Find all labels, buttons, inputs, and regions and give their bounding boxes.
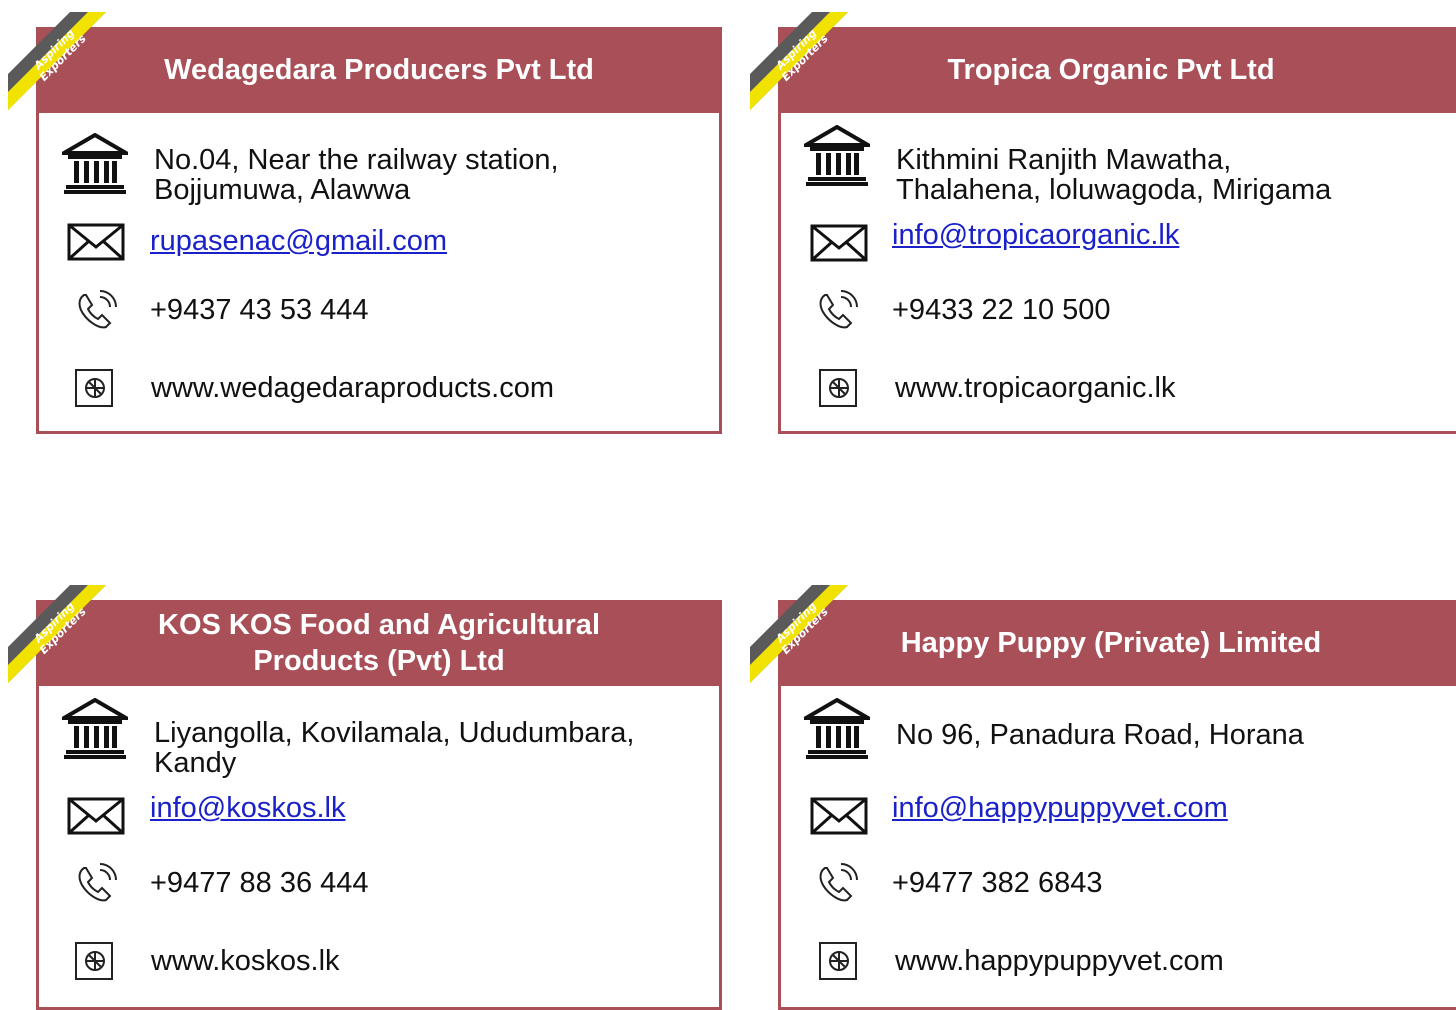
company-name-header: Tropica Organic Pvt Ltd [778,27,1456,113]
email-link[interactable]: info@happypuppyvet.com [892,794,1228,823]
company-name-header: Wedagedara Producers Pvt Ltd [36,27,722,113]
company-name: Happy Puppy (Private) Limited [900,627,1322,659]
envelope-icon [809,223,869,263]
address-text: No.04, Near the railway station, Bojjumu… [154,145,559,205]
website-text: www.koskos.lk [151,945,340,977]
phone-icon [72,862,120,906]
address-text: Kithmini Ranjith Mawatha, Thalahena, lol… [896,145,1331,205]
address-text: No 96, Panadura Road, Horana [896,719,1304,751]
website-text: www.wedagedaraproducts.com [151,372,554,404]
bank-building-icon [803,125,871,187]
email-link[interactable]: info@tropicaorganic.lk [892,221,1179,250]
phone-number: +9437 43 53 444 [150,294,369,326]
phone-icon [72,289,120,333]
globe-web-icon [817,940,859,982]
address-text: Liyangolla, Kovilamala, Ududumbara, Kand… [154,718,634,778]
envelope-icon [66,796,126,836]
phone-number: +9477 382 6843 [892,867,1103,899]
globe-web-icon [73,367,115,409]
company-card-wedagedara: Wedagedara Producers Pvt Ltd No.04, Near… [36,27,722,434]
company-card-koskos: KOS KOS Food and Agricultural Products (… [36,600,722,1010]
website-text: www.tropicaorganic.lk [895,372,1176,404]
company-name-header: KOS KOS Food and Agricultural Products (… [36,600,722,686]
bank-building-icon [803,698,871,760]
company-name-line: KOS KOS Food and Agricultural [158,609,600,641]
company-card-happy-puppy: Happy Puppy (Private) Limited No 96, Pan… [778,600,1456,1010]
globe-web-icon [73,940,115,982]
address-line: Kandy [154,747,237,779]
company-name: Tropica Organic Pvt Ltd [947,54,1275,86]
company-name-header: Happy Puppy (Private) Limited [778,600,1456,686]
phone-number: +9433 22 10 500 [892,294,1111,326]
aspiring-exporters-badge: Aspiring Exporters [750,12,860,122]
address-line: Kithmini Ranjith Mawatha, [896,144,1232,176]
bank-building-icon [61,133,129,195]
website-text: www.happypuppyvet.com [895,945,1224,977]
aspiring-exporters-badge: Aspiring Exporters [8,12,118,122]
address-line: No.04, Near the railway station, [154,144,559,176]
aspiring-exporters-badge: Aspiring Exporters [8,585,118,695]
company-card-tropica: Tropica Organic Pvt Ltd Kithmini Ranjith… [778,27,1456,434]
globe-web-icon [817,367,859,409]
email-link[interactable]: info@koskos.lk [150,794,345,823]
company-name: Wedagedara Producers Pvt Ltd [164,54,594,86]
phone-number: +9477 88 36 444 [150,867,369,899]
envelope-icon [66,222,126,262]
address-line: Thalahena, loluwagoda, Mirigama [896,174,1332,206]
address-line: Liyangolla, Kovilamala, Ududumbara, [154,717,635,749]
envelope-icon [809,796,869,836]
address-line: Bojjumuwa, Alawwa [154,174,411,206]
aspiring-exporters-badge: Aspiring Exporters [750,585,860,695]
company-name-line: Products (Pvt) Ltd [253,645,505,677]
bank-building-icon [61,698,129,760]
phone-icon [813,289,861,333]
phone-icon [813,862,861,906]
email-link[interactable]: rupasenac@gmail.com [150,227,447,256]
